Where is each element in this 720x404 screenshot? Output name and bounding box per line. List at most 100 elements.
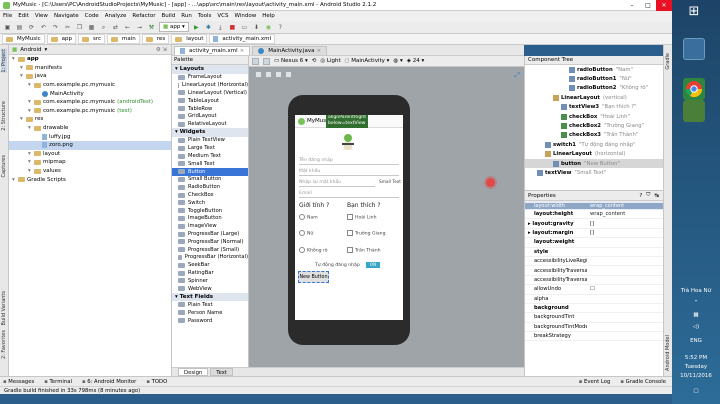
palette-item[interactable]: Password bbox=[172, 317, 248, 325]
palette-item[interactable]: LinearLayout (Vertical) bbox=[172, 89, 248, 97]
status-tab[interactable]: ▪ TODO bbox=[146, 379, 167, 385]
language-indicator[interactable]: ENG bbox=[672, 338, 720, 344]
refresh-icon[interactable] bbox=[285, 71, 292, 78]
menu-item-refactor[interactable]: Refactor bbox=[132, 13, 155, 19]
sync-icon[interactable]: ⟳ bbox=[27, 23, 36, 32]
property-value[interactable]: wrap_content bbox=[587, 211, 625, 217]
open-folder-icon[interactable]: ▣ bbox=[3, 23, 12, 32]
warning-badge-icon[interactable] bbox=[486, 178, 495, 187]
component-tree-item[interactable]: LinearLayout (horizontal) bbox=[525, 150, 663, 159]
palette-item[interactable]: Small Text bbox=[172, 160, 248, 168]
breadcrumb-item[interactable]: app bbox=[46, 34, 77, 44]
menu-item-tools[interactable]: Tools bbox=[198, 13, 212, 19]
palette-item[interactable]: Button bbox=[172, 167, 248, 176]
menu-item-run[interactable]: Run bbox=[181, 13, 192, 19]
debug-icon[interactable]: ✱ bbox=[204, 23, 213, 32]
breadcrumb-item[interactable]: layout bbox=[171, 34, 208, 44]
status-right-tab[interactable]: ▪ Gradle Console bbox=[620, 379, 666, 385]
radio-nu[interactable]: Nữ bbox=[299, 230, 313, 237]
clock-time[interactable]: 5:52 PM bbox=[672, 355, 720, 361]
favorites-tool-tab[interactable]: 2: Favorites bbox=[1, 330, 7, 359]
palette-item[interactable]: ImageButton bbox=[172, 215, 248, 223]
property-value[interactable]: ☐ bbox=[587, 286, 595, 292]
breadcrumb-item[interactable]: res bbox=[141, 34, 170, 44]
menu-item-file[interactable]: File bbox=[3, 13, 12, 19]
palette-category[interactable]: ▾ Layouts bbox=[172, 65, 248, 74]
component-tree-item[interactable]: radioButton2 "Không rõ" bbox=[525, 84, 663, 93]
project-tree-item[interactable]: ▾ manifests bbox=[9, 64, 171, 73]
save-icon[interactable]: ▤ bbox=[15, 23, 24, 32]
android-device-monitor-icon[interactable]: ◉ bbox=[264, 23, 273, 32]
palette-item[interactable]: ProgressBar (Horizontal) bbox=[172, 254, 248, 262]
palette-item[interactable]: Medium Text bbox=[172, 152, 248, 160]
design-canvas[interactable]: ▭ Nexus 6 ▾ ⟲ ◎ Light ◌ MainActivity ▾ ◍… bbox=[249, 56, 524, 367]
component-tree-item[interactable]: radioButton "Nam" bbox=[525, 65, 663, 74]
android-model-tool-tab[interactable]: Android Model bbox=[665, 335, 671, 371]
palette-item[interactable]: Spinner bbox=[172, 277, 248, 285]
replace-icon[interactable]: ⇄ bbox=[111, 23, 120, 32]
property-row[interactable]: accessibilityTraversalBefc bbox=[525, 276, 663, 286]
palette-item[interactable]: Person Name bbox=[172, 309, 248, 317]
minimize-icon[interactable]: – bbox=[624, 0, 640, 11]
component-tree-item[interactable]: textView3 "Bạn thích ?" bbox=[525, 103, 663, 112]
palette-item[interactable]: Plain Text bbox=[172, 301, 248, 309]
project-tool-tab[interactable]: 1: Project bbox=[1, 49, 7, 73]
notification-icon[interactable]: ▢ bbox=[672, 388, 720, 394]
component-tree-item[interactable]: checkBox3 "Trấn Thành" bbox=[525, 131, 663, 140]
orientation-icon[interactable]: ⟲ bbox=[312, 58, 317, 64]
check-hoai-linh[interactable]: Hoài Linh bbox=[347, 214, 376, 221]
help-icon[interactable]: ? bbox=[276, 23, 285, 32]
property-row[interactable]: layout:weight bbox=[525, 238, 663, 248]
palette-item[interactable]: TableRow bbox=[172, 105, 248, 113]
windows-start-icon[interactable]: ⊞ bbox=[683, 4, 705, 26]
component-tree-item[interactable]: switch1 "Tự động đăng nhập" bbox=[525, 140, 663, 149]
menu-item-help[interactable]: Help bbox=[262, 13, 275, 19]
close-tab-icon[interactable]: × bbox=[316, 48, 321, 54]
menu-item-edit[interactable]: Edit bbox=[18, 13, 29, 19]
palette-item[interactable]: RadioButton bbox=[172, 183, 248, 191]
radio-khong-ro[interactable]: Không rõ bbox=[299, 247, 328, 254]
property-row[interactable]: accessibilityTraversalAfte bbox=[525, 266, 663, 276]
palette-item[interactable]: FrameLayout bbox=[172, 74, 248, 82]
project-tree-item[interactable]: luffy.jpg bbox=[9, 132, 171, 141]
breadcrumb-item[interactable]: src bbox=[78, 34, 106, 44]
component-tree-item[interactable]: checkBox2 "Trường Giang" bbox=[525, 121, 663, 130]
property-row[interactable]: accessibilityLiveRegion bbox=[525, 257, 663, 267]
check-truong-giang[interactable]: Trường Giang bbox=[347, 230, 386, 237]
check-tran-thanh[interactable]: Trấn Thành bbox=[347, 247, 381, 254]
filter-icon[interactable]: ⛉ bbox=[646, 192, 650, 199]
project-tree-item[interactable]: ▾ com.example.pc.mymusic (test) bbox=[9, 107, 171, 116]
project-tree-item[interactable]: ▾ layout bbox=[9, 150, 171, 159]
palette-category[interactable]: ▾ Widgets bbox=[172, 128, 248, 137]
editor-tab[interactable]: MainActivity.java × bbox=[252, 46, 328, 55]
palette-item[interactable]: Switch bbox=[172, 199, 248, 207]
new-button[interactable]: New Button bbox=[298, 271, 329, 283]
locale-icon[interactable]: ◍ ▾ bbox=[393, 58, 402, 64]
run-config-select[interactable]: ■ app ▾ bbox=[159, 22, 189, 32]
palette-toggle-icon[interactable] bbox=[252, 57, 259, 65]
menu-item-navigate[interactable]: Navigate bbox=[54, 13, 79, 19]
palette-item[interactable]: ProgressBar (Normal) bbox=[172, 238, 248, 246]
theme-select[interactable]: ◎ Light bbox=[320, 58, 340, 64]
component-tree-item[interactable]: checkBox "Hoài Linh" bbox=[525, 112, 663, 121]
cut-icon[interactable]: ✂ bbox=[63, 23, 72, 32]
back-icon[interactable]: ← bbox=[123, 23, 132, 32]
properties-first-row[interactable]: layout:width wrap_content bbox=[525, 201, 663, 210]
close-tab-icon[interactable]: × bbox=[240, 48, 245, 54]
project-tree-item[interactable]: zoro.png bbox=[9, 140, 171, 150]
project-tree-item[interactable]: ▾ com.example.pc.mymusic (androidTest) bbox=[9, 98, 171, 107]
property-row[interactable]: backgroundTint bbox=[525, 313, 663, 323]
tab-text[interactable]: Text bbox=[210, 368, 234, 376]
property-value[interactable]: [] bbox=[587, 221, 594, 227]
property-row[interactable]: backgroundTintMode bbox=[525, 323, 663, 333]
palette-item[interactable]: ToggleButton bbox=[172, 207, 248, 215]
copy-icon[interactable]: ❐ bbox=[75, 23, 84, 32]
paste-icon[interactable]: ▦ bbox=[87, 23, 96, 32]
make-project-icon[interactable]: ⚒ bbox=[147, 23, 156, 32]
volume-icon[interactable]: ◁) bbox=[672, 324, 720, 330]
breadcrumb-item[interactable]: MyMusic bbox=[2, 34, 45, 44]
palette-item[interactable]: TableLayout bbox=[172, 97, 248, 105]
build-variants-tool-tab[interactable]: Build Variants bbox=[1, 291, 7, 325]
chrome-icon[interactable] bbox=[683, 78, 705, 100]
menu-item-analyze[interactable]: Analyze bbox=[105, 13, 127, 19]
